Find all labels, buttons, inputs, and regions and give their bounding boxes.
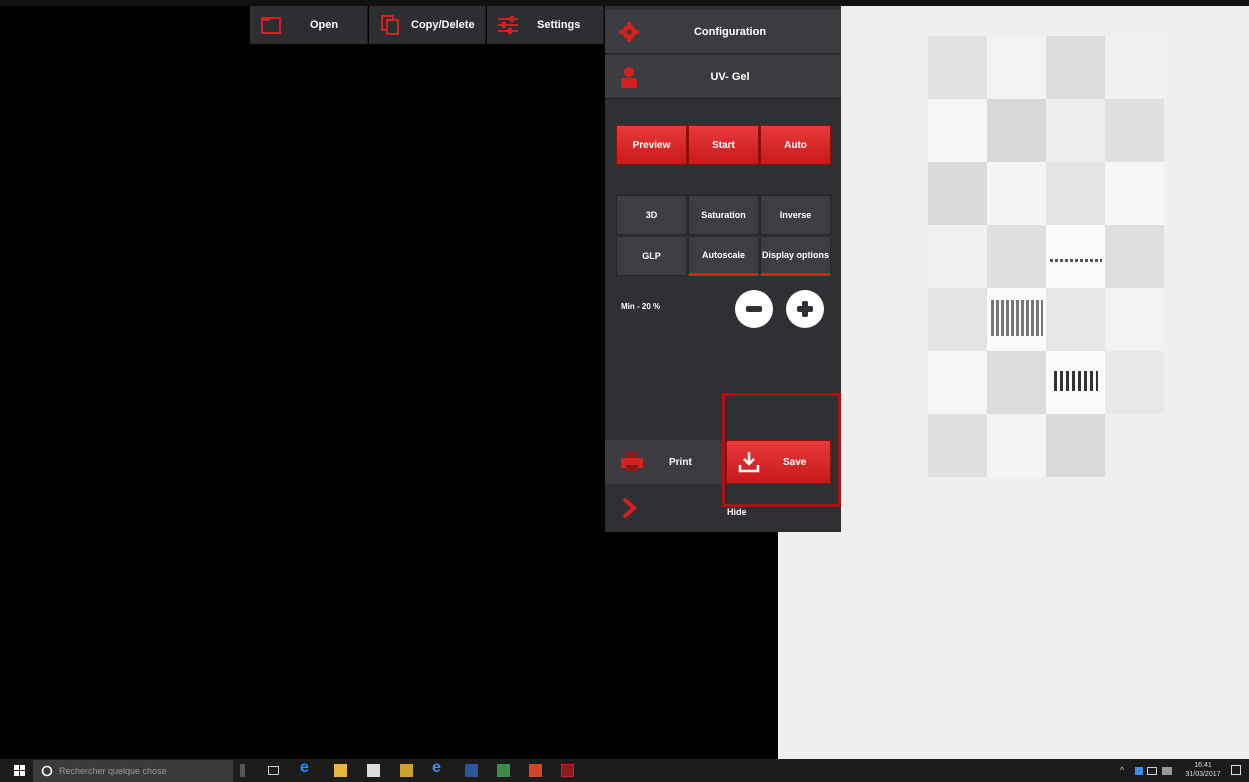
inverse-button[interactable]: Inverse [760, 195, 831, 235]
settings-label: Settings [537, 19, 581, 31]
save-highlight-box [722, 393, 841, 507]
internet-explorer-icon[interactable]: e [432, 759, 445, 776]
sliders-icon [498, 16, 518, 34]
print-label: Print [669, 456, 692, 468]
3d-button[interactable]: 3D [616, 195, 687, 235]
hide-label: Hide [727, 507, 747, 517]
powerpoint-icon[interactable] [529, 764, 542, 777]
task-view-icon[interactable] [268, 766, 279, 775]
cortana-circle-icon [41, 765, 53, 777]
microphone-icon[interactable] [240, 764, 245, 777]
app-icon[interactable] [400, 764, 413, 777]
excel-icon[interactable] [497, 764, 510, 777]
search-placeholder: Rechercher quelque chose [59, 766, 167, 776]
chevron-right-icon [622, 497, 637, 519]
windows-start-icon[interactable] [14, 765, 25, 776]
copy-delete-label: Copy/Delete [411, 19, 475, 31]
print-button[interactable]: Print [605, 440, 725, 484]
settings-button[interactable]: Settings [487, 6, 604, 44]
volume-icon[interactable] [1162, 767, 1172, 775]
minus-icon [746, 306, 762, 312]
saturation-button[interactable]: Saturation [688, 195, 759, 235]
copy-delete-button[interactable]: Copy/Delete [369, 6, 486, 44]
open-button[interactable]: Open [250, 6, 368, 44]
start-button[interactable]: Start [688, 125, 759, 165]
edge-browser-icon[interactable]: e [300, 759, 313, 776]
tray-chevron-icon[interactable]: ^ [1120, 765, 1124, 775]
user-icon [621, 66, 637, 88]
configuration-header[interactable]: Configuration [605, 10, 841, 54]
uv-gel-app-icon[interactable] [561, 764, 574, 777]
network-icon[interactable] [1135, 767, 1143, 775]
clock[interactable]: 16:41 31/03/2017 [1178, 761, 1228, 779]
file-explorer-icon[interactable] [334, 764, 347, 777]
plus-icon [797, 301, 813, 317]
decrease-button[interactable] [735, 290, 773, 328]
mode-label: UV- Gel [710, 70, 750, 83]
display-options-button[interactable]: Display options [760, 236, 831, 276]
gallery-tiles [928, 36, 1170, 516]
min-level-label: Min - 20 % [621, 302, 661, 311]
glp-button[interactable]: GLP [616, 236, 687, 276]
notifications-icon[interactable] [1231, 765, 1241, 775]
gel-thumbnail[interactable] [1046, 225, 1105, 288]
gel-thumbnail[interactable] [987, 288, 1046, 351]
clock-time: 16:41 [1194, 762, 1212, 769]
store-icon[interactable] [367, 764, 380, 777]
word-icon[interactable] [465, 764, 478, 777]
configuration-label: Configuration [693, 25, 767, 38]
copy-icon [381, 15, 399, 35]
gel-thumbnail[interactable] [1046, 351, 1105, 414]
clock-date: 31/03/2017 [1185, 771, 1221, 778]
battery-icon[interactable] [1147, 767, 1157, 775]
folder-icon [261, 17, 281, 34]
open-label: Open [310, 19, 339, 31]
autoscale-button[interactable]: Autoscale [688, 236, 759, 276]
search-box[interactable]: Rechercher quelque chose [33, 760, 233, 782]
mode-header[interactable]: UV- Gel [605, 55, 841, 99]
gear-icon [619, 21, 639, 42]
auto-button[interactable]: Auto [760, 125, 831, 165]
increase-button[interactable] [786, 290, 824, 328]
preview-button[interactable]: Preview [616, 125, 687, 165]
printer-icon [621, 452, 643, 472]
